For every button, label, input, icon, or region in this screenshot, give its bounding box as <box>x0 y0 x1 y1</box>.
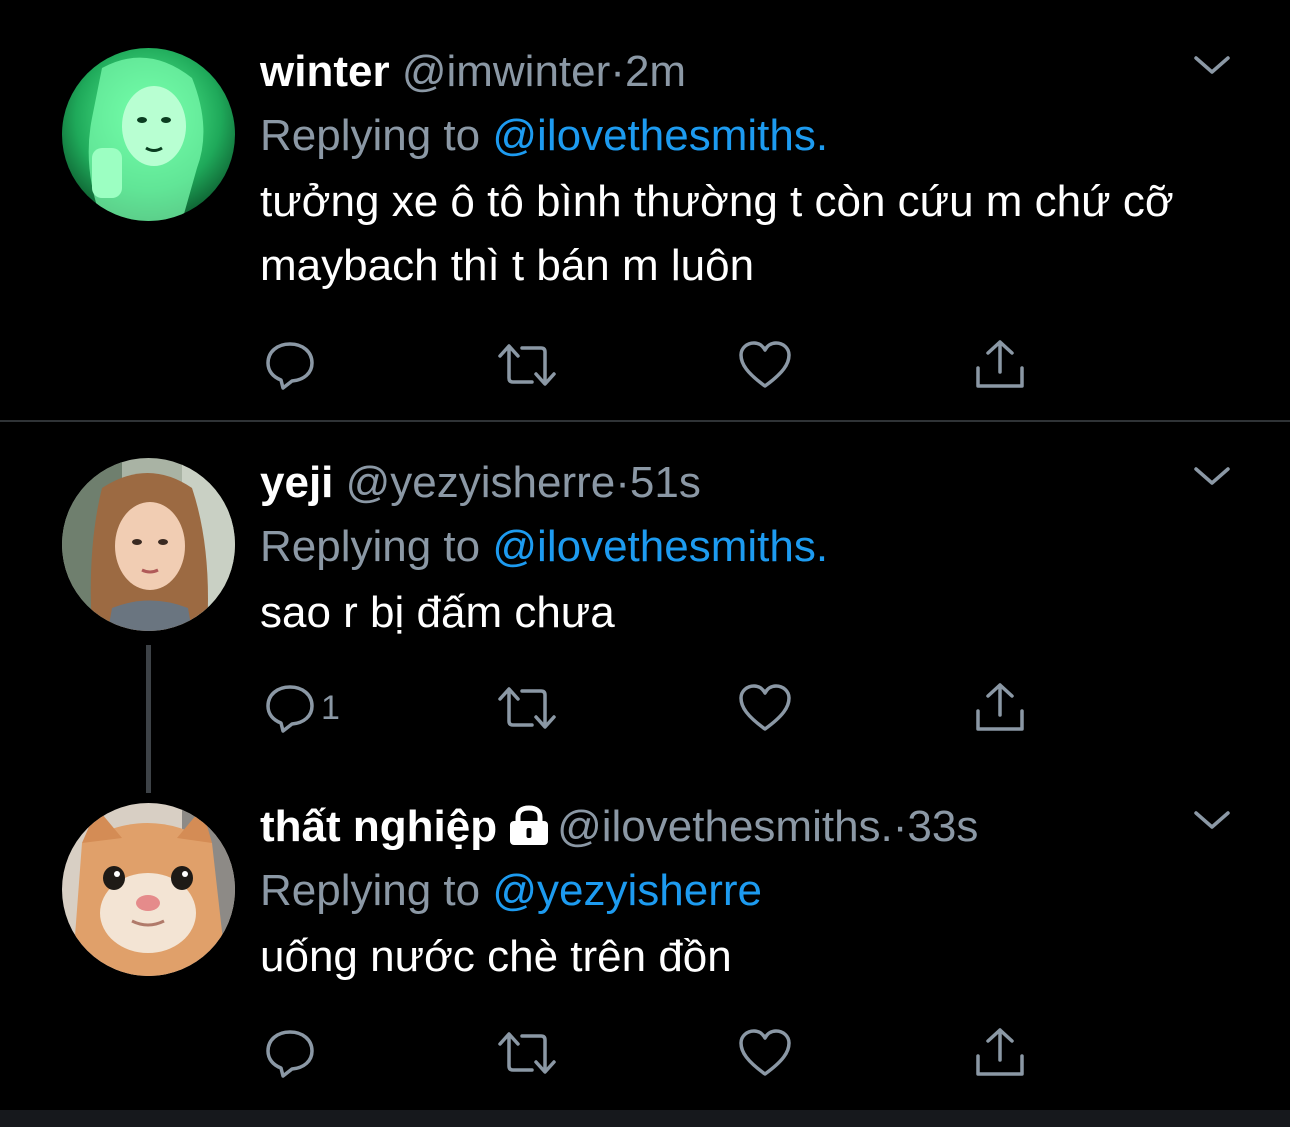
separator-dot: · <box>615 458 630 507</box>
replying-to: Replying to @yezyisherre <box>260 861 762 921</box>
mention-link[interactable]: @yezyisherre <box>492 866 762 915</box>
reply-icon <box>263 681 317 735</box>
retweet-button[interactable] <box>496 681 558 735</box>
retweet-button[interactable] <box>496 1026 558 1080</box>
tweet-actions <box>260 1026 1060 1086</box>
share-icon <box>972 338 1028 392</box>
replying-to: Replying to @ilovethesmiths. <box>260 106 828 166</box>
heart-icon <box>737 681 793 735</box>
tweet-divider <box>0 420 1290 422</box>
timestamp[interactable]: 51s <box>630 458 701 507</box>
user-handle[interactable]: @imwinter <box>402 47 610 96</box>
reply-button[interactable]: 1 <box>263 681 340 735</box>
share-button[interactable] <box>972 1026 1028 1080</box>
avatar-that-nghiep[interactable] <box>62 803 235 976</box>
bottom-bar <box>0 1110 1290 1127</box>
chevron-down-icon[interactable] <box>1193 809 1231 838</box>
reply-button[interactable] <box>263 1026 321 1080</box>
mention-link[interactable]: @ilovethesmiths. <box>492 111 828 160</box>
retweet-icon <box>496 1026 558 1080</box>
mention-link[interactable]: @ilovethesmiths. <box>492 522 828 571</box>
replying-to: Replying to @ilovethesmiths. <box>260 517 828 577</box>
user-handle[interactable]: @ilovethesmiths. <box>557 802 893 851</box>
tweet-header: yeji @yezyisherre·51s <box>260 453 701 513</box>
tweet-header: thất nghiệp @ilovethesmiths.·33s <box>260 797 978 861</box>
thread-connector <box>146 645 151 793</box>
retweet-button[interactable] <box>496 338 558 392</box>
share-icon <box>972 681 1028 735</box>
reply-count: 1 <box>321 688 340 727</box>
retweet-icon <box>496 681 558 735</box>
display-name[interactable]: yeji <box>260 458 333 507</box>
share-button[interactable] <box>972 681 1028 735</box>
tweet-thread: winter @imwinter·2m Replying to @iloveth… <box>0 0 1290 1127</box>
replying-label: Replying to <box>260 522 481 571</box>
share-icon <box>972 1026 1028 1080</box>
replying-label: Replying to <box>260 866 481 915</box>
tweet-actions: 1 <box>260 681 1060 741</box>
reply-icon <box>263 338 317 392</box>
tweet-text: uống nước chè trên đồn <box>260 932 732 981</box>
timestamp[interactable]: 2m <box>625 47 686 96</box>
avatar-yeji[interactable] <box>62 458 235 631</box>
separator-dot: · <box>892 802 908 851</box>
lock-icon <box>507 801 551 861</box>
tweet-actions <box>260 338 1060 398</box>
separator-dot: · <box>610 47 625 96</box>
display-name[interactable]: winter <box>260 47 390 96</box>
heart-icon <box>737 1026 793 1080</box>
avatar-winter[interactable] <box>62 48 235 221</box>
user-handle[interactable]: @yezyisherre <box>346 458 616 507</box>
replying-label: Replying to <box>260 111 481 160</box>
tweet-text: sao r bị đấm chưa <box>260 588 615 637</box>
heart-icon <box>737 338 793 392</box>
chevron-down-icon[interactable] <box>1193 465 1231 494</box>
like-button[interactable] <box>737 1026 793 1080</box>
share-button[interactable] <box>972 338 1028 392</box>
timestamp[interactable]: 33s <box>907 802 978 851</box>
chevron-down-icon[interactable] <box>1193 54 1231 83</box>
reply-icon <box>263 1026 317 1080</box>
reply-button[interactable] <box>263 338 321 392</box>
display-name[interactable]: thất nghiệp <box>260 802 497 851</box>
like-button[interactable] <box>737 681 793 735</box>
like-button[interactable] <box>737 338 793 392</box>
tweet-text: tưởng xe ô tô bình thường t còn cứu m ch… <box>260 177 1174 290</box>
retweet-icon <box>496 338 558 392</box>
tweet-header: winter @imwinter·2m <box>260 42 686 102</box>
